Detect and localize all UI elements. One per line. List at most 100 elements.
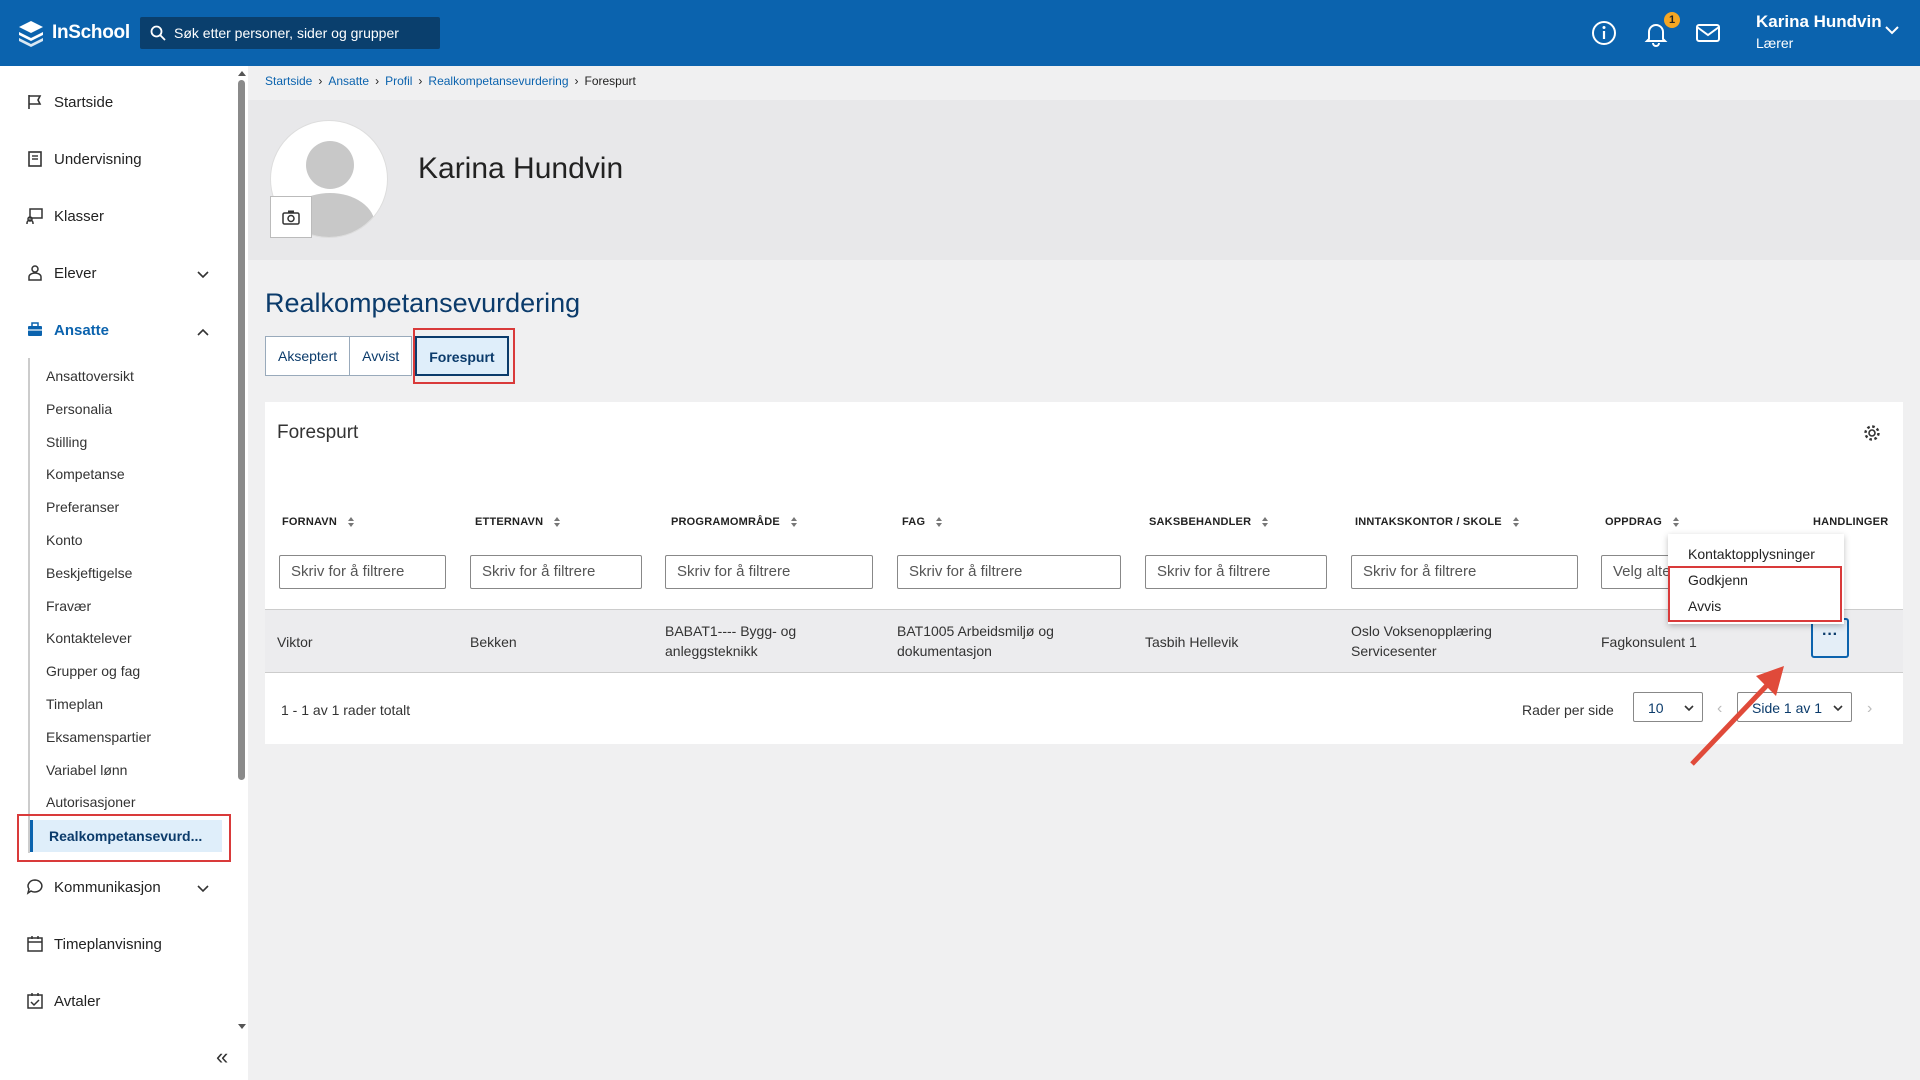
cell-line: anleggsteknikk (665, 643, 758, 659)
gear-icon[interactable] (1863, 424, 1881, 442)
filter-fornavn[interactable]: Skriv for å filtrere (279, 555, 446, 589)
breadcrumb-link[interactable]: Realkompetansevurdering (428, 74, 568, 88)
sort-icon (554, 517, 561, 527)
cell-line: Oslo Voksenopplæring (1351, 623, 1492, 639)
cell-line: dokumentasjon (897, 643, 992, 659)
cell-line: Servicesenter (1351, 643, 1437, 659)
breadcrumb-link[interactable]: Ansatte (328, 74, 369, 88)
collapse-sidebar-icon[interactable]: « (216, 1044, 228, 1070)
column-label: ETTERNAVN (475, 516, 544, 528)
search-input[interactable] (174, 25, 424, 41)
sidebar-item-ansatte[interactable]: Ansatte (26, 321, 109, 339)
column-header-oppdrag[interactable]: OPPDRAG (1605, 516, 1680, 528)
subnav-item[interactable]: Stilling (46, 434, 87, 450)
menu-item-kontaktopplysninger[interactable]: Kontaktopplysninger (1688, 546, 1815, 562)
filter-fag[interactable]: Skriv for å filtrere (897, 555, 1121, 589)
highlight-box (17, 814, 231, 862)
filter-etternavn[interactable]: Skriv for å filtrere (470, 555, 642, 589)
subnav-item[interactable]: Kontaktelever (46, 630, 132, 646)
sidebar-item-elever[interactable]: Elever (26, 264, 97, 282)
camera-icon (282, 210, 300, 225)
user-menu[interactable]: Karina Hundvin Lærer (1756, 12, 1882, 51)
sidebar-item-timeplanvisning[interactable]: Timeplanvisning (26, 935, 162, 953)
table-title: Forespurt (277, 422, 359, 443)
highlight-box (413, 328, 515, 384)
breadcrumb-link[interactable]: Profil (385, 74, 412, 88)
scroll-down-icon[interactable] (236, 1022, 248, 1032)
breadcrumb: Startside › Ansatte › Profil › Realkompetan… (265, 74, 636, 88)
column-label: OPPDRAG (1605, 516, 1663, 528)
chevron-down-icon[interactable] (196, 268, 210, 282)
sidebar-item-kommunikasjon[interactable]: Kommunikasjon (26, 878, 161, 896)
filter-inntakskontor[interactable]: Skriv for å filtrere (1351, 555, 1578, 589)
column-header-inntakskontor[interactable]: INNTAKSKONTOR / SKOLE (1355, 516, 1520, 528)
subnav-item[interactable]: Konto (46, 532, 83, 548)
scroll-thumb[interactable] (238, 80, 245, 780)
user-role: Lærer (1756, 35, 1794, 51)
logo-icon (19, 21, 43, 47)
column-label: PROGRAMOMRÅDE (671, 516, 780, 528)
tab-akseptert[interactable]: Akseptert (265, 336, 351, 376)
chevron-down-icon (1833, 705, 1843, 712)
subnav-item[interactable]: Ansattoversikt (46, 368, 134, 384)
filter-saksbehandler[interactable]: Skriv for å filtrere (1145, 555, 1327, 589)
user-name: Karina Hundvin (1756, 12, 1882, 31)
column-header-programomrade[interactable]: PROGRAMOMRÅDE (671, 516, 798, 528)
subnav-item[interactable]: Beskjeftigelse (46, 565, 132, 581)
class-icon (26, 208, 43, 224)
breadcrumb-separator: › (418, 74, 423, 88)
column-header-etternavn[interactable]: ETTERNAVN (475, 516, 561, 528)
subnav-item[interactable]: Kompetanse (46, 466, 125, 482)
change-photo-button[interactable] (270, 196, 312, 238)
cell-oppdrag: Fagkonsulent 1 (1601, 634, 1697, 650)
column-header-saksbehandler[interactable]: SAKSBEHANDLER (1149, 516, 1269, 528)
subnav-item[interactable]: Grupper og fag (46, 663, 140, 679)
notification-badge: 1 (1664, 12, 1680, 28)
column-label: FAG (902, 516, 926, 528)
top-bar: InSchool 1 Karina Hundvin Lærer (0, 0, 1920, 66)
subnav-item[interactable]: Eksamenspartier (46, 729, 151, 745)
subnav-item[interactable]: Variabel lønn (46, 762, 127, 778)
sidebar-item-startside[interactable]: Startside (26, 93, 113, 111)
sidebar-scrollbar[interactable] (236, 66, 248, 1036)
sort-icon (1673, 517, 1680, 527)
chevron-up-icon[interactable] (196, 325, 210, 339)
briefcase-icon (28, 322, 42, 336)
row-actions-button[interactable]: ··· (1811, 618, 1849, 658)
subnav-item[interactable]: Fravær (46, 598, 91, 614)
sidebar-item-undervisning[interactable]: Undervisning (26, 150, 142, 168)
tab-avvist[interactable]: Avvist (349, 336, 413, 376)
chevron-down-icon[interactable] (1884, 22, 1900, 38)
table-card: Forespurt FORNAVN ETTERNAVN PROGRAMOMRÅD… (265, 402, 1903, 744)
breadcrumb-separator: › (375, 74, 380, 88)
next-page-icon[interactable]: › (1867, 700, 1872, 718)
sort-icon (936, 517, 943, 527)
sidebar-item-klasser[interactable]: Klasser (26, 207, 104, 225)
subnav-item[interactable]: Preferanser (46, 499, 119, 515)
subnav-item[interactable]: Timeplan (46, 696, 103, 712)
scroll-up-icon[interactable] (236, 68, 248, 78)
logo-text: InSchool (52, 22, 130, 43)
sidebar: Startside Undervisning Klasser Elever An… (0, 66, 248, 1080)
global-search[interactable] (140, 17, 440, 49)
inschool-logo[interactable]: InSchool (16, 16, 130, 50)
page-title: Realkompetansevurdering (265, 288, 581, 318)
column-label: HANDLINGER (1813, 516, 1889, 528)
filter-programomrade[interactable]: Skriv for å filtrere (665, 555, 873, 589)
chevron-down-icon[interactable] (196, 882, 210, 896)
book-icon (28, 151, 42, 167)
subnav-item[interactable]: Autorisasjoner (46, 794, 136, 810)
column-label: SAKSBEHANDLER (1149, 516, 1252, 528)
rows-per-page-value: 10 (1648, 700, 1664, 716)
subnav-line (28, 358, 30, 853)
breadcrumb-current: Forespurt (584, 74, 636, 88)
sidebar-item-avtaler[interactable]: Avtaler (26, 992, 100, 1010)
mail-icon[interactable] (1694, 19, 1722, 47)
subnav-item[interactable]: Personalia (46, 401, 112, 417)
calendar-icon (27, 936, 43, 952)
column-header-fag[interactable]: FAG (902, 516, 943, 528)
table-row[interactable]: Viktor Bekken BABAT1---- Bygg- og anlegg… (265, 609, 1903, 673)
info-icon[interactable] (1590, 19, 1618, 47)
breadcrumb-link[interactable]: Startside (265, 74, 312, 88)
column-header-fornavn[interactable]: FORNAVN (282, 516, 355, 528)
